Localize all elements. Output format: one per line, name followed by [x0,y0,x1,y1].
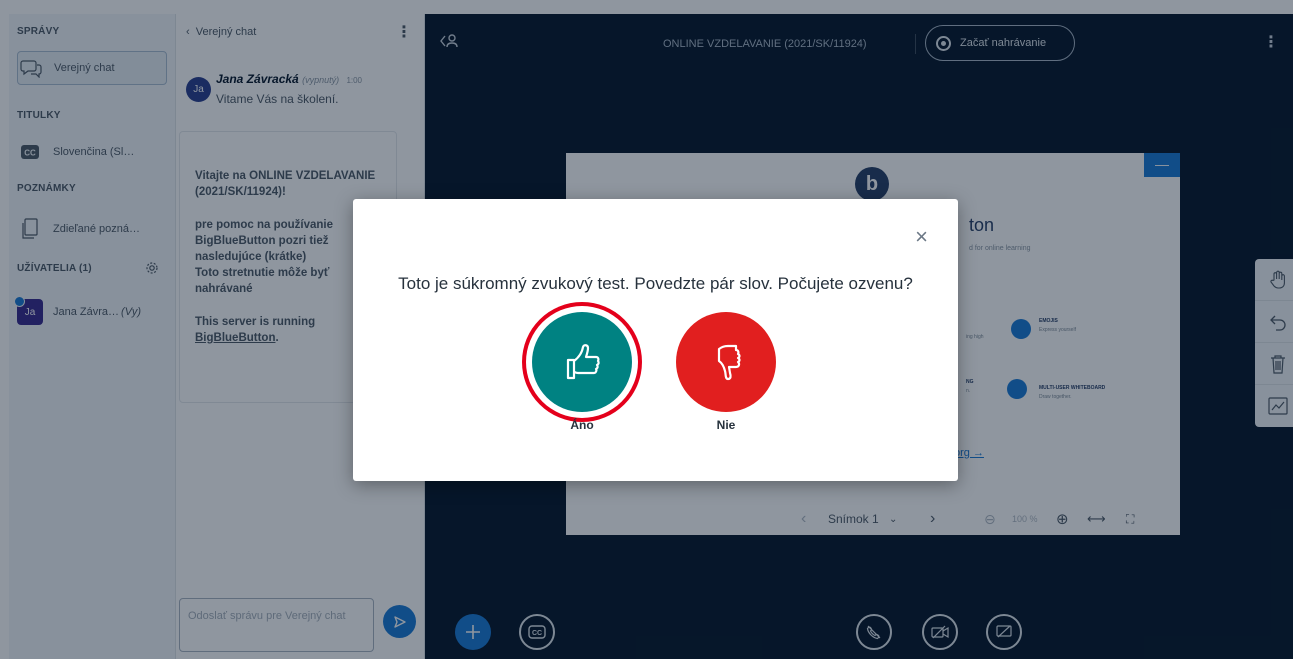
echo-no-option: Nie [676,312,776,432]
close-icon[interactable]: × [915,226,928,248]
echo-yes-button[interactable] [532,312,632,412]
echo-yes-label: Áno [570,418,594,432]
echo-no-label: Nie [716,418,736,432]
echo-no-button[interactable] [676,312,776,412]
thumbs-down-icon [717,344,741,381]
echo-test-modal: × Toto je súkromný zvukový test. Povedzt… [353,199,958,481]
echo-yes-option: Áno [532,312,632,432]
thumbs-up-icon [566,344,600,380]
echo-test-question: Toto je súkromný zvukový test. Povedzte … [398,274,913,293]
